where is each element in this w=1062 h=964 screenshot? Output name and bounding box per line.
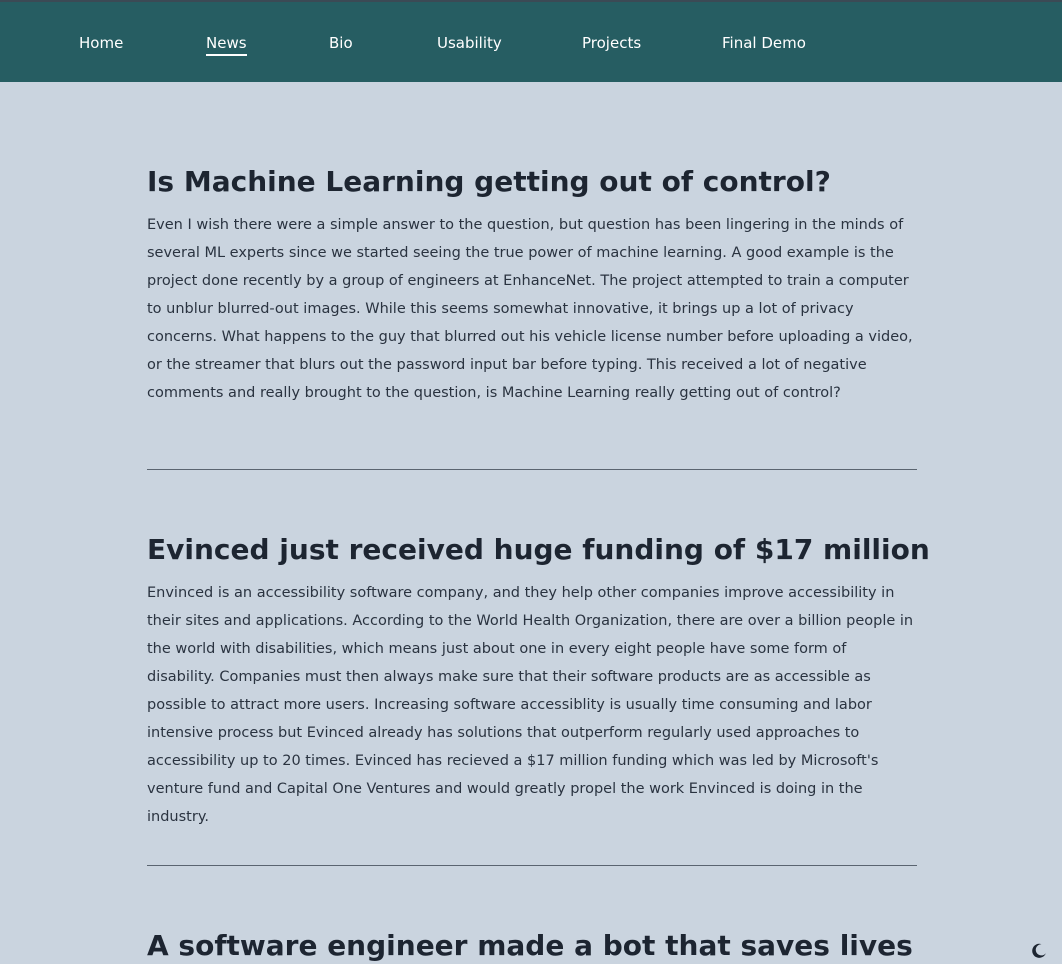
nav-item-news[interactable]: News xyxy=(206,33,247,56)
nav-item-bio[interactable]: Bio xyxy=(329,33,353,53)
article-body: Even I wish there were a simple answer t… xyxy=(147,217,913,401)
nav-item-final-demo[interactable]: Final Demo xyxy=(722,33,806,53)
article-title: Evinced just received huge funding of $1… xyxy=(147,533,930,566)
article-title: Is Machine Learning getting out of contr… xyxy=(147,165,831,198)
news-article: Evinced just received huge funding of $1… xyxy=(147,533,930,831)
nav-item-projects[interactable]: Projects xyxy=(582,33,641,53)
article-title: A software engineer made a bot that save… xyxy=(147,929,913,962)
nav-item-usability[interactable]: Usability xyxy=(437,33,502,53)
moon-icon[interactable] xyxy=(1030,942,1048,960)
article-divider xyxy=(147,469,917,470)
top-navigation-bar: Home News Bio Usability Projects Final D… xyxy=(0,2,1062,82)
news-article: Is Machine Learning getting out of contr… xyxy=(147,165,917,407)
article-divider xyxy=(147,865,917,866)
article-body: Envinced is an accessibility software co… xyxy=(147,585,914,825)
nav-item-home[interactable]: Home xyxy=(79,33,123,53)
news-article: A software engineer made a bot that save… xyxy=(147,929,917,963)
